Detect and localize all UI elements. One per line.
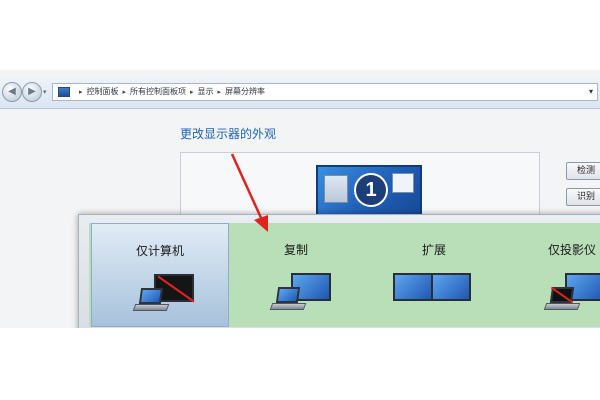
address-bar: ◀ ▶ ▾ ▸ 控制面板 ▸ 所有控制面板项 ▸ 显示 ▸ 屏幕分辨率 ▾ (0, 78, 600, 109)
laptop-icon (132, 288, 170, 314)
breadcrumb-separator-icon: ▸ (190, 88, 194, 96)
monitor-1-thumbnail[interactable]: 1 (316, 165, 422, 217)
forward-arrow-icon: ▶ (28, 86, 36, 97)
breadcrumb-control-panel[interactable]: 控制面板 (87, 87, 119, 96)
breadcrumb: ▸ 控制面板 ▸ 所有控制面板项 ▸ 显示 ▸ 屏幕分辨率 (75, 86, 265, 97)
window-thumbnail-icon (392, 173, 414, 193)
recent-pages-dropdown-icon[interactable]: ▾ (43, 88, 47, 96)
option-label: 复制 (283, 243, 308, 257)
identify-button[interactable]: 识别 (566, 188, 600, 206)
breadcrumb-separator-icon: ▸ (217, 88, 222, 96)
screenshot-area: ◀ ▶ ▾ ▸ 控制面板 ▸ 所有控制面板项 ▸ 显示 ▸ 屏幕分辨率 ▾ 更改显示器的外观 … (0, 70, 600, 328)
extended-screen-left-icon (393, 273, 433, 301)
control-panel-icon (58, 87, 70, 97)
option-label: 扩展 (421, 243, 446, 257)
breadcrumb-screen-resolution[interactable]: 屏幕分辨率 (225, 87, 265, 96)
monitor-number-badge: 1 (354, 173, 388, 207)
back-button[interactable]: ◀ (2, 82, 22, 102)
extended-screen-right-icon (431, 273, 471, 301)
forward-button[interactable]: ▶ (22, 82, 42, 102)
option-label: 仅计算机 (135, 244, 184, 258)
breadcrumb-separator-icon: ▸ (122, 88, 127, 96)
window-thumbnail-icon (324, 175, 348, 203)
detect-button[interactable]: 检测 (566, 162, 600, 180)
option-extend[interactable]: 扩展 (365, 223, 503, 327)
option-duplicate[interactable]: 复制 (227, 223, 365, 327)
page-title: 更改显示器的外观 (180, 127, 277, 141)
laptop-off-icon (543, 286, 581, 313)
laptop-icon (269, 287, 307, 313)
breadcrumb-separator-icon: ▸ (79, 88, 83, 96)
address-dropdown-icon[interactable]: ▾ (589, 87, 593, 96)
option-projector-only[interactable]: 仅投影仪 (503, 223, 600, 327)
back-arrow-icon: ◀ (8, 86, 16, 97)
projection-options: 仅计算机 复制 扩展 仅投影仪 (89, 223, 600, 327)
breadcrumb-display[interactable]: 显示 (198, 87, 214, 96)
breadcrumb-all-items[interactable]: 所有控制面板项 (130, 87, 186, 96)
address-field[interactable]: ▸ 控制面板 ▸ 所有控制面板项 ▸ 显示 ▸ 屏幕分辨率 ▾ (52, 83, 598, 101)
option-computer-only[interactable]: 仅计算机 (91, 223, 229, 327)
option-label: 仅投影仪 (547, 243, 596, 257)
projection-switcher-popup: 仅计算机 复制 扩展 仅投影仪 (78, 214, 600, 328)
